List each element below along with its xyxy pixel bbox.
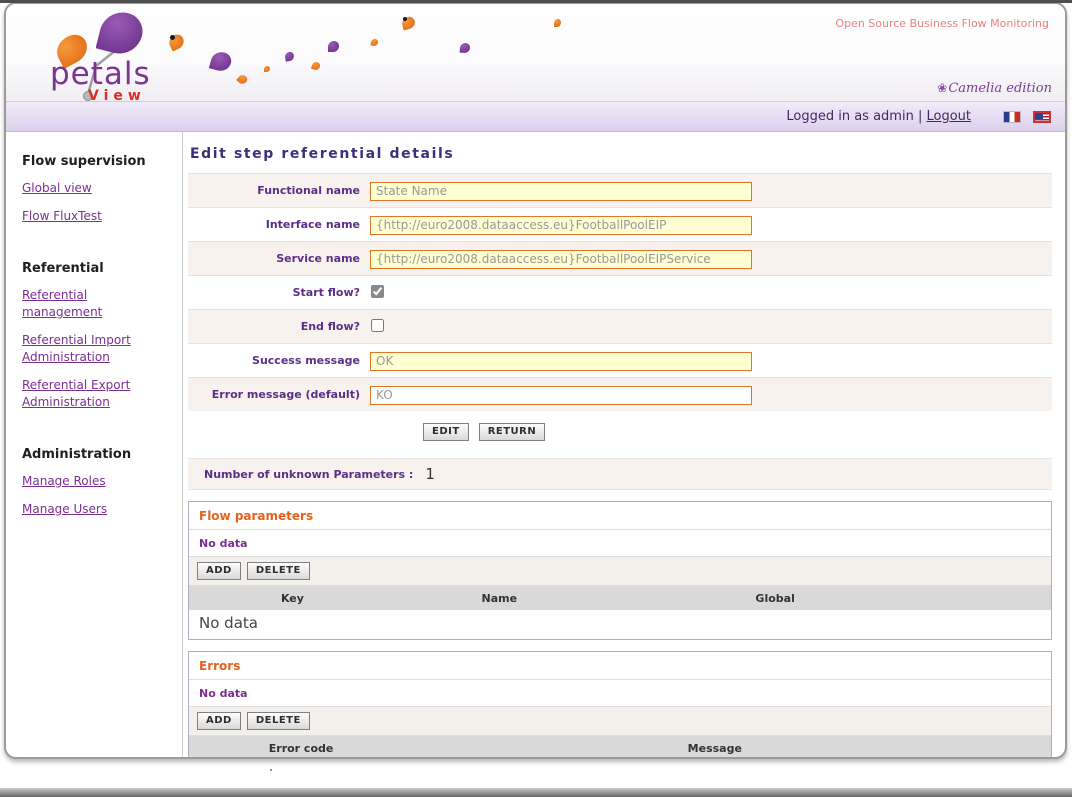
- errors-nodata: No data: [189, 680, 1051, 707]
- form-row-start-flow: Start flow?: [188, 275, 1052, 309]
- sidebar-item-manage-users[interactable]: Manage Users: [22, 501, 166, 518]
- sidebar: Flow supervision Global view Flow FluxTe…: [6, 132, 183, 757]
- petal-decoration-icon: [554, 19, 561, 27]
- column-header-error-code: Error code: [189, 742, 413, 755]
- petal-decoration-icon: [236, 73, 249, 86]
- interface-name-label: Interface name: [188, 218, 370, 231]
- logo-sub-text: View: [88, 88, 146, 104]
- errors-buttons: ADD DELETE: [189, 707, 1051, 736]
- edition-label: ❀Camelia edition: [937, 81, 1052, 96]
- petal-decoration-icon: [284, 51, 294, 61]
- end-flow-checkbox[interactable]: [371, 319, 384, 332]
- sidebar-item-global-view[interactable]: Global view: [22, 180, 166, 197]
- functional-name-label: Functional name: [188, 184, 370, 197]
- form-row-success-message: Success message: [188, 343, 1052, 377]
- edit-button[interactable]: EDIT: [423, 423, 469, 441]
- form-row-error-message: Error message (default): [188, 377, 1052, 411]
- petals-view-logo: petals View: [44, 8, 194, 101]
- window-top-edge: [0, 0, 1072, 3]
- main-content: Edit step referential details Functional…: [183, 132, 1065, 757]
- stray-dot: [270, 769, 272, 771]
- petal-decoration-icon: [311, 61, 321, 71]
- petal-decoration-icon: [328, 41, 339, 52]
- form-row-interface-name: Interface name: [188, 207, 1052, 241]
- error-message-label: Error message (default): [188, 388, 370, 401]
- petal-decoration-icon: [370, 38, 378, 46]
- petal-decoration-icon: [460, 43, 471, 54]
- sidebar-item-referential-management[interactable]: Referential management: [22, 287, 166, 321]
- camelia-flower-icon: ❀: [937, 81, 947, 95]
- app-tagline: Open Source Business Flow Monitoring: [835, 17, 1049, 30]
- form-row-functional-name: Functional name: [188, 173, 1052, 207]
- success-message-label: Success message: [188, 354, 370, 367]
- us-flag-icon[interactable]: [1033, 111, 1051, 123]
- column-header-key: Key: [189, 592, 396, 605]
- sidebar-item-referential-import[interactable]: Referential Import Administration: [22, 332, 166, 366]
- flow-parameters-buttons: ADD DELETE: [189, 557, 1051, 586]
- flow-parameters-table-header: Key Name Global: [189, 586, 1051, 610]
- sidebar-heading-administration: Administration: [22, 447, 182, 462]
- service-name-input[interactable]: [370, 250, 752, 269]
- unknown-parameters-value: 1: [425, 465, 435, 483]
- success-message-input[interactable]: [370, 352, 752, 371]
- header: petals View Open Source Business Flow Mo…: [6, 4, 1065, 101]
- app-window: petals View Open Source Business Flow Mo…: [4, 2, 1067, 759]
- flow-parameters-empty-row: No data: [189, 610, 1051, 639]
- petal-decoration-icon: [209, 50, 233, 74]
- form-buttons: EDIT RETURN: [188, 411, 1052, 453]
- login-status: Logged in as admin | Logout: [786, 109, 971, 124]
- french-flag-icon[interactable]: [1003, 111, 1021, 123]
- start-flow-checkbox[interactable]: [371, 285, 384, 298]
- sidebar-heading-flow-supervision: Flow supervision: [22, 154, 182, 169]
- logo-brand-text: petals: [50, 56, 151, 92]
- form-row-end-flow: End flow?: [188, 309, 1052, 343]
- petal-dot-icon: [170, 35, 175, 40]
- errors-table-header: Error code Message: [189, 736, 1051, 759]
- flow-parameters-nodata: No data: [189, 530, 1051, 557]
- service-name-label: Service name: [188, 252, 370, 265]
- errors-delete-button[interactable]: DELETE: [247, 712, 310, 730]
- column-header-message: Message: [413, 742, 1016, 755]
- end-flow-label: End flow?: [188, 320, 370, 333]
- page-title: Edit step referential details: [190, 146, 1052, 162]
- petal-decoration-icon: [264, 66, 270, 72]
- sidebar-heading-referential: Referential: [22, 261, 182, 276]
- flow-parameters-delete-button[interactable]: DELETE: [247, 562, 310, 580]
- sidebar-item-referential-export[interactable]: Referential Export Administration: [22, 377, 166, 411]
- flow-parameters-add-button[interactable]: ADD: [197, 562, 241, 580]
- sidebar-item-manage-roles[interactable]: Manage Roles: [22, 473, 166, 490]
- errors-title: Errors: [189, 652, 1051, 680]
- unknown-parameters-row: Number of unknown Parameters : 1: [188, 458, 1052, 490]
- flow-parameters-title: Flow parameters: [189, 502, 1051, 530]
- column-header-name: Name: [396, 592, 603, 605]
- sidebar-item-flow-fluxtest[interactable]: Flow FluxTest: [22, 208, 166, 225]
- flow-parameters-section: Flow parameters No data ADD DELETE Key N…: [188, 501, 1052, 640]
- form-row-service-name: Service name: [188, 241, 1052, 275]
- error-message-input[interactable]: [370, 386, 752, 405]
- column-header-global: Global: [603, 592, 948, 605]
- logout-link[interactable]: Logout: [926, 109, 971, 124]
- start-flow-label: Start flow?: [188, 286, 370, 299]
- return-button[interactable]: RETURN: [479, 423, 546, 441]
- login-bar: Logged in as admin | Logout: [6, 101, 1065, 132]
- errors-section: Errors No data ADD DELETE Error code Mes…: [188, 651, 1052, 759]
- unknown-parameters-label: Number of unknown Parameters :: [188, 468, 413, 481]
- interface-name-input[interactable]: [370, 216, 752, 235]
- functional-name-input[interactable]: [370, 182, 752, 201]
- errors-add-button[interactable]: ADD: [197, 712, 241, 730]
- window-bottom-edge: [0, 788, 1072, 797]
- petal-dot-icon: [403, 17, 407, 21]
